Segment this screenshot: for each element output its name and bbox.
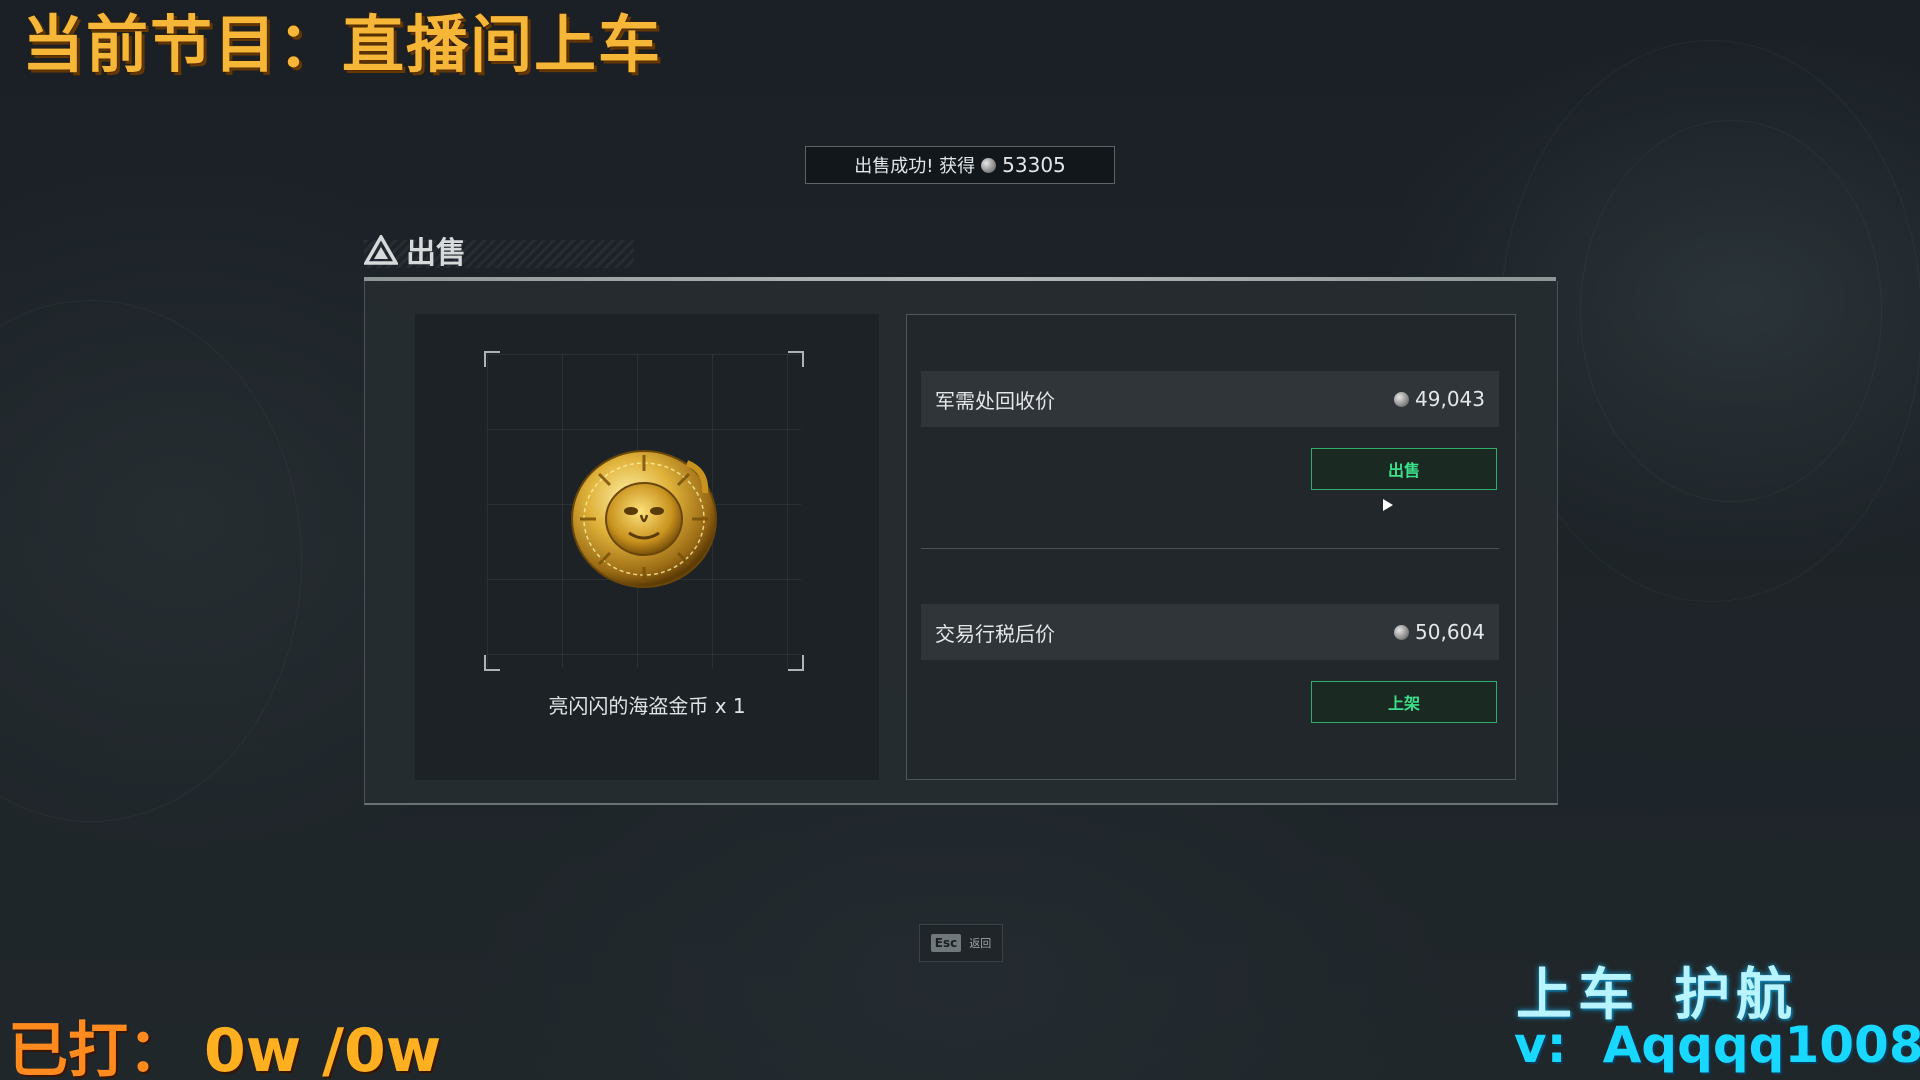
frame-corner [484, 351, 500, 367]
toast-amount: 53305 [1002, 153, 1066, 177]
stream-count: 已打： 0w /0w [8, 1002, 441, 1080]
panel-title: 出售 [406, 236, 466, 271]
stream-program-title: 当前节目：直播间上车 [22, 8, 663, 81]
item-name: 亮闪闪的海盗金币 x 1 [548, 694, 746, 718]
frame-corner [788, 351, 804, 367]
promo-id: Aqqqq1008 [1602, 1016, 1920, 1074]
silver-coin-icon [1394, 624, 1410, 640]
item-preview: 亮闪闪的海盗金币 x 1 [415, 314, 879, 780]
trade-price-amount: 50,604 [1415, 620, 1485, 644]
map-contour [1580, 120, 1882, 502]
silver-coin-icon [1394, 391, 1410, 407]
frame-corner [484, 655, 500, 671]
mouse-cursor-icon [1383, 499, 1393, 511]
price-options: 军需处回收价 49,043 出售 交易行税后价 50,604 上架 [906, 314, 1516, 780]
sell-panel: 亮闪闪的海盗金币 x 1 军需处回收价 49,043 出售 交易行税后价 50,… [364, 281, 1558, 805]
trade-price-label: 交易行税后价 [935, 621, 1055, 646]
panel-header: 出售 [364, 228, 466, 272]
frame-corner [788, 655, 804, 671]
esc-label: 返回 [969, 937, 992, 950]
recycle-price-label: 军需处回收价 [935, 388, 1055, 413]
map-contour [0, 300, 302, 822]
stream-promo-line2: v: Aqqqq1008 [1514, 1016, 1920, 1074]
recycle-price-value: 49,043 [1394, 387, 1485, 411]
silver-coin-icon [981, 157, 997, 173]
trade-price-value: 50,604 [1394, 620, 1485, 644]
triangle-logo-icon [364, 235, 398, 265]
stream-count-label: 已打： [8, 1016, 188, 1080]
stream-count-value: 0w /0w [204, 1016, 442, 1080]
esc-key: Esc [930, 934, 962, 952]
trade-price-row: 交易行税后价 50,604 [921, 604, 1499, 660]
game-screen: 当前节目：直播间上车 已打： 0w /0w 上车 护航 v: Aqqqq1008 出售… [0, 0, 1920, 1080]
list-on-market-button[interactable]: 上架 [1311, 681, 1497, 723]
sale-success-toast: 出售成功! 获得 53305 [805, 146, 1115, 184]
section-divider [921, 548, 1499, 549]
recycle-price-row: 军需处回收价 49,043 [921, 371, 1499, 427]
recycle-price-amount: 49,043 [1415, 387, 1485, 411]
pirate-gold-coin-icon [571, 450, 717, 588]
sell-button[interactable]: 出售 [1311, 448, 1497, 490]
promo-prefix: v: [1514, 1016, 1567, 1074]
esc-back-button[interactable]: Esc 返回 [919, 924, 1003, 962]
toast-text: 出售成功! 获得 [854, 156, 976, 177]
